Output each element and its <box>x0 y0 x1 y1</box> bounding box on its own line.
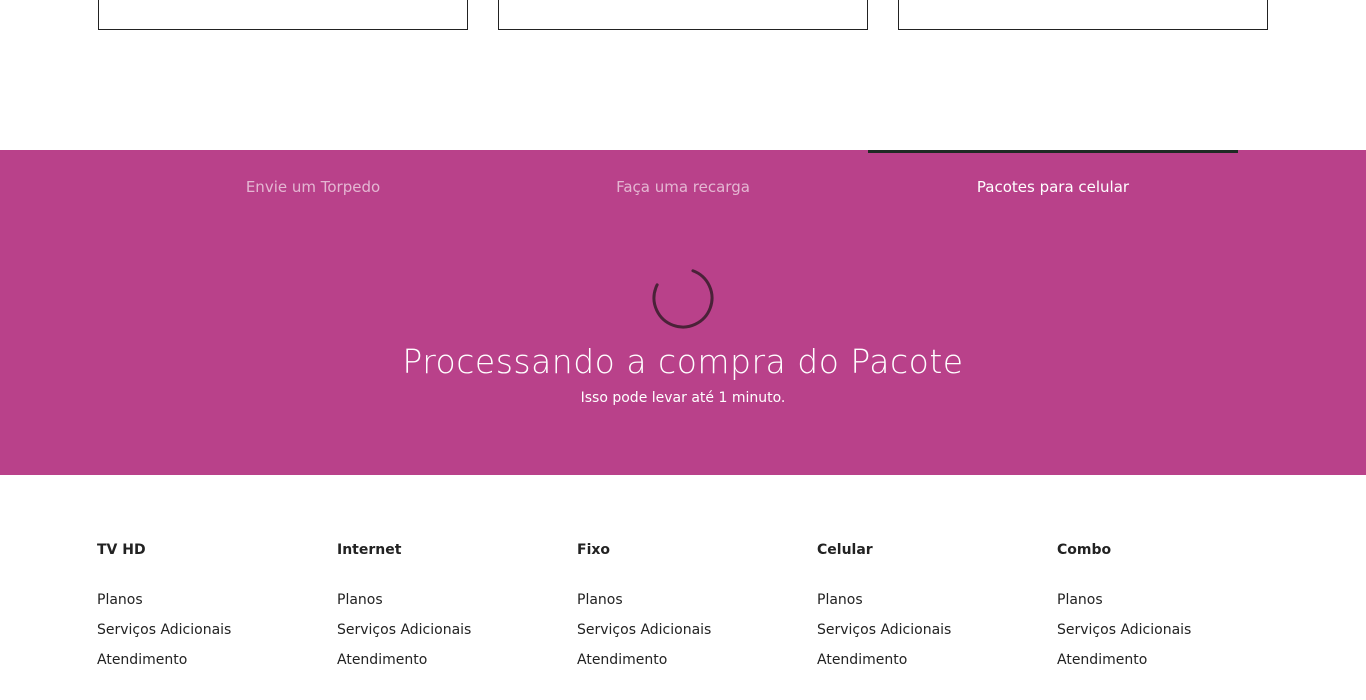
services-tabs: Envie um Torpedo Faça uma recarga Pacote… <box>128 150 1238 210</box>
plan-card[interactable] <box>898 0 1268 30</box>
footer-link-servicos-adicionais[interactable]: Serviços Adicionais <box>817 622 1037 652</box>
tab-label: Faça uma recarga <box>616 178 750 196</box>
footer-column-internet: Internet Planos Serviços Adicionais Aten… <box>337 542 557 682</box>
footer-column-title: TV HD <box>97 542 146 558</box>
footer-link-atendimento[interactable]: Atendimento <box>577 652 797 682</box>
footer-link-planos[interactable]: Planos <box>577 592 797 622</box>
tab-faca-recarga[interactable]: Faça uma recarga <box>498 150 868 210</box>
plan-card[interactable] <box>98 0 468 30</box>
footer-column-combo: Combo Planos Serviços Adicionais Atendim… <box>1057 542 1277 682</box>
footer-link-planos[interactable]: Planos <box>817 592 1037 622</box>
footer-link-planos[interactable]: Planos <box>1057 592 1277 622</box>
footer-link-servicos-adicionais[interactable]: Serviços Adicionais <box>97 622 317 652</box>
footer-link-atendimento[interactable]: Atendimento <box>97 652 317 682</box>
loading-spinner-icon <box>652 267 714 329</box>
footer-link-atendimento[interactable]: Atendimento <box>337 652 557 682</box>
footer-link-planos[interactable]: Planos <box>337 592 557 622</box>
tab-label: Pacotes para celular <box>976 178 1130 196</box>
footer-column-title: Fixo <box>577 542 611 558</box>
site-footer: TV HD Planos Serviços Adicionais Atendim… <box>0 475 1366 700</box>
footer-column-tv-hd: TV HD Planos Serviços Adicionais Atendim… <box>97 542 317 682</box>
footer-link-servicos-adicionais[interactable]: Serviços Adicionais <box>577 622 797 652</box>
footer-column-title: Celular <box>817 542 873 558</box>
footer-column-title: Combo <box>1057 542 1112 558</box>
plan-cards-area <box>0 0 1366 150</box>
tab-envie-torpedo[interactable]: Envie um Torpedo <box>128 150 498 210</box>
processing-title: Processando a compra do Pacote <box>402 342 964 381</box>
footer-link-atendimento[interactable]: Atendimento <box>817 652 1037 682</box>
tab-pacotes-celular[interactable]: Pacotes para celular <box>868 150 1238 210</box>
services-band: Envie um Torpedo Faça uma recarga Pacote… <box>0 150 1366 475</box>
footer-link-servicos-adicionais[interactable]: Serviços Adicionais <box>1057 622 1277 652</box>
footer-link-servicos-adicionais[interactable]: Serviços Adicionais <box>337 622 557 652</box>
tab-label: Envie um Torpedo <box>245 178 381 196</box>
footer-column-title: Internet <box>337 542 402 558</box>
plan-card[interactable] <box>498 0 868 30</box>
footer-link-planos[interactable]: Planos <box>97 592 317 622</box>
footer-link-atendimento[interactable]: Atendimento <box>1057 652 1277 682</box>
processing-subtitle: Isso pode levar até 1 minuto. <box>580 390 786 406</box>
footer-column-fixo: Fixo Planos Serviços Adicionais Atendime… <box>577 542 797 682</box>
footer-column-celular: Celular Planos Serviços Adicionais Atend… <box>817 542 1037 682</box>
